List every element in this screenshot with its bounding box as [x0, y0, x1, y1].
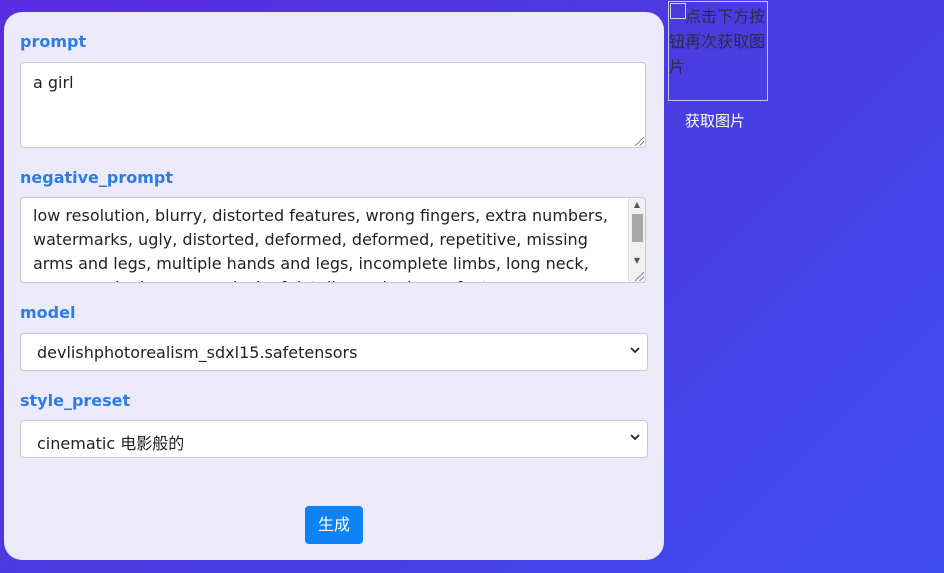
model-selected-value: devlishphotorealism_sdxl15.safetensors: [37, 343, 358, 362]
generate-button[interactable]: 生成: [305, 506, 363, 544]
prompt-value: a girl: [33, 73, 74, 92]
style-preset-label: style_preset: [20, 391, 131, 410]
style-preset-select[interactable]: cinematic 电影般的: [20, 420, 648, 458]
resize-grip-icon[interactable]: [635, 272, 644, 281]
scroll-down-icon[interactable]: ▼: [629, 254, 645, 268]
prompt-textarea[interactable]: a girl: [20, 62, 646, 148]
chevron-down-icon: [630, 434, 640, 441]
fetch-image-button[interactable]: 获取图片: [685, 110, 745, 131]
generation-form-panel: prompt a girl negative_prompt low resolu…: [4, 12, 664, 560]
result-image: 点击下方按钮再次获取图片: [668, 1, 768, 101]
resize-grip-icon[interactable]: [635, 137, 644, 146]
scroll-thumb[interactable]: [632, 214, 643, 242]
chevron-down-icon: [630, 347, 640, 354]
scroll-up-icon[interactable]: ▲: [629, 198, 645, 212]
negative-prompt-label: negative_prompt: [20, 168, 174, 187]
style-preset-selected-value: cinematic 电影般的: [37, 434, 185, 453]
model-select[interactable]: devlishphotorealism_sdxl15.safetensors: [20, 333, 648, 371]
model-label: model: [20, 303, 76, 322]
image-alt-text: 点击下方按钮再次获取图片: [669, 7, 766, 76]
negative-prompt-textarea[interactable]: low resolution, blurry, distorted featur…: [20, 197, 646, 283]
negative-prompt-scrollbar[interactable]: ▲ ▼: [628, 198, 645, 282]
negative-prompt-value: low resolution, blurry, distorted featur…: [33, 206, 608, 282]
prompt-label: prompt: [20, 32, 87, 51]
